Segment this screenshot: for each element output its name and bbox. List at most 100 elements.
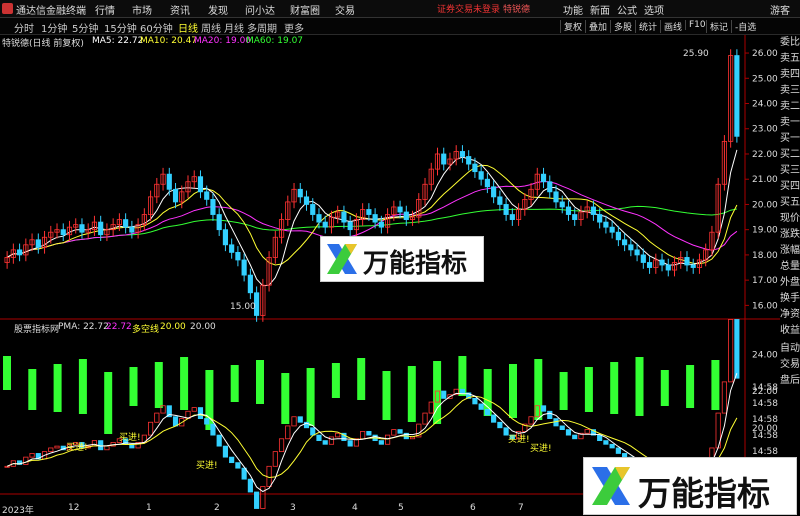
sub-candle <box>328 436 335 445</box>
signal-bar <box>104 372 113 434</box>
watermark-logo-icon <box>592 467 630 505</box>
sub-candle <box>459 388 466 394</box>
sub-candle <box>272 451 278 467</box>
signal-bar <box>281 373 290 424</box>
sub-candle <box>197 407 204 419</box>
sub-candle <box>4 465 10 468</box>
high-annotation: 25.90 <box>683 49 709 59</box>
sub-candle <box>278 438 285 453</box>
candle-body <box>478 171 484 180</box>
candle-body <box>572 214 578 220</box>
candle-body <box>378 221 384 228</box>
sidebar-label[interactable]: 盘后 <box>780 373 800 389</box>
candle-body <box>297 188 303 198</box>
sub-label: 多空线 <box>132 325 160 335</box>
candle-body <box>235 251 241 261</box>
sidebar-label: 委比 <box>780 37 800 48</box>
sub-candle <box>204 418 210 425</box>
candle-body <box>628 244 634 251</box>
candle-body <box>559 201 565 208</box>
price-tick: 21.00 <box>752 175 778 185</box>
candle-body <box>497 196 503 205</box>
candle-body <box>347 221 353 231</box>
price-tick: 16.00 <box>752 301 778 311</box>
signal-bar <box>635 357 644 416</box>
candle-body <box>553 191 559 203</box>
sidebar-label: 买一 <box>780 133 800 144</box>
candle-body <box>204 191 210 200</box>
sub-candle <box>385 434 391 445</box>
candle-body <box>459 151 466 157</box>
sub-candle <box>528 416 534 425</box>
candle-body <box>79 224 85 233</box>
candle-body <box>622 239 628 246</box>
signal-bar <box>711 360 720 410</box>
candle-body <box>547 181 553 193</box>
signal-bar <box>559 372 568 410</box>
sub-candle <box>441 390 447 399</box>
sub-candle <box>222 445 229 458</box>
sub-candle <box>104 445 110 451</box>
sub-candle <box>322 440 328 445</box>
sub-pma: PMA: 22.72 <box>58 322 109 332</box>
sub-candle <box>247 478 253 493</box>
sub-candle <box>597 434 603 442</box>
x-tick: 1 <box>146 503 152 513</box>
sub-candle <box>347 440 353 447</box>
sub-candle <box>297 416 303 423</box>
candle-body <box>603 221 609 228</box>
price-tick: 25.00 <box>752 74 778 84</box>
candle-body <box>659 259 665 266</box>
candle-body <box>247 274 253 294</box>
watermark-text: 万能指标 <box>363 249 468 279</box>
candle-body <box>341 211 347 223</box>
candle-body <box>366 209 372 215</box>
candle-body <box>615 231 621 241</box>
sidebar-label[interactable]: 交易 <box>780 357 800 373</box>
candle-body <box>734 55 740 137</box>
candle-body <box>609 226 615 233</box>
sub-candle <box>615 447 621 454</box>
time-tick: 14:58 <box>752 399 778 409</box>
buy-label: 买进! <box>196 461 218 471</box>
sub-title: 股票指标网 <box>14 325 60 335</box>
buy-label: 买进! <box>119 433 141 443</box>
sidebar-label: 净资 <box>780 309 800 320</box>
candle-body <box>509 214 515 220</box>
candle-body <box>222 229 229 246</box>
signal-bar <box>509 364 517 418</box>
price-tick: 24.00 <box>752 100 778 110</box>
signal-bar <box>180 357 189 410</box>
sub-candle <box>316 434 322 442</box>
sub-candle <box>409 436 416 440</box>
buy-label: 买进! <box>530 444 552 454</box>
sub-candle <box>734 319 740 379</box>
signal-bar <box>331 363 340 398</box>
sub-candle <box>547 410 553 419</box>
signal-bar <box>28 369 37 410</box>
sub-candle <box>29 453 35 458</box>
candle-body <box>634 249 640 256</box>
candle-body <box>166 173 172 190</box>
sub-candle <box>172 416 179 427</box>
sub-candle <box>484 409 490 416</box>
signal-bar <box>483 369 492 416</box>
candle-body <box>441 153 447 165</box>
x-tick: 7 <box>518 503 524 513</box>
signal-bar <box>382 371 391 420</box>
signal-bar <box>154 362 163 408</box>
sub-candle <box>584 429 590 434</box>
sub-candle <box>497 421 503 429</box>
sidebar-label[interactable]: 自动 <box>780 341 800 357</box>
sidebar-label: 涨幅 <box>780 245 800 256</box>
sidebar-label: 卖五 <box>780 53 800 64</box>
sub-candle <box>491 414 497 423</box>
candle-body <box>484 178 490 188</box>
signal-bar <box>78 359 87 414</box>
sidebar-label: 外盘 <box>780 277 800 288</box>
sidebar-label: 卖二 <box>780 101 800 112</box>
sub-candle <box>216 434 222 447</box>
sidebar-label: 换手 <box>780 293 800 304</box>
watermark-logo-icon <box>327 244 357 274</box>
candle-body <box>35 239 41 248</box>
